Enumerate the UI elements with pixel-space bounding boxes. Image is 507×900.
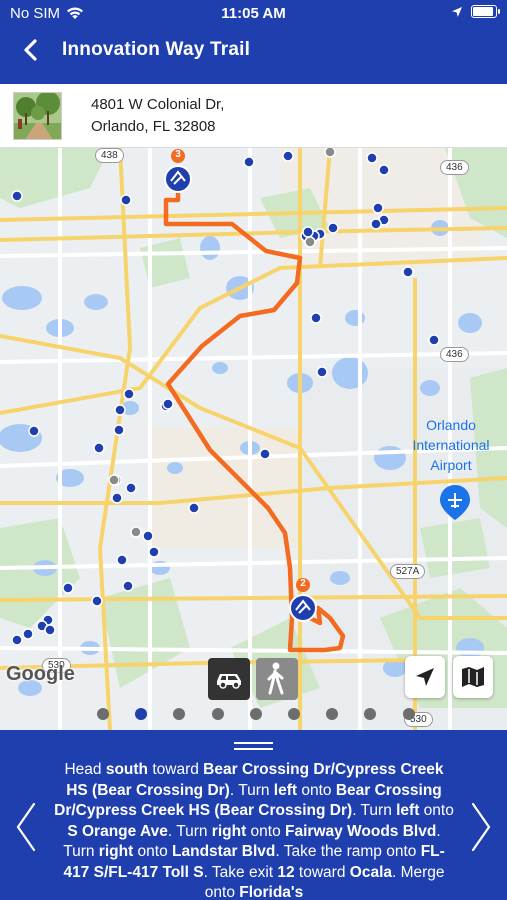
- walking-mode-button[interactable]: [256, 658, 298, 700]
- direction-keyword: left: [396, 802, 420, 819]
- direction-keyword: Florida's: [239, 884, 304, 900]
- next-step-button[interactable]: [469, 802, 493, 852]
- direction-keyword: left: [273, 781, 298, 799]
- address-text: 4801 W Colonial Dr, Orlando, FL 32808: [91, 94, 224, 138]
- direction-keyword: S Orange Ave: [67, 822, 168, 840]
- page-dot[interactable]: [173, 708, 186, 720]
- direction-text-segment: onto: [419, 802, 454, 819]
- marker-badge-2: 2: [300, 578, 306, 589]
- previous-step-button[interactable]: [14, 802, 38, 852]
- direction-text-segment: . Turn: [229, 781, 274, 799]
- page-dot[interactable]: [135, 708, 148, 720]
- address-bar: 4801 W Colonial Dr, Orlando, FL 32808: [0, 84, 507, 148]
- page-indicator: [0, 708, 507, 724]
- road-shield-527a: 527A: [390, 564, 426, 579]
- direction-keyword: right: [211, 822, 247, 840]
- address-line1: 4801 W Colonial Dr,: [91, 96, 225, 113]
- battery-icon: [471, 5, 500, 18]
- page-dot[interactable]: [249, 708, 262, 720]
- directions-panel: Head south toward Bear Crossing Dr/Cypre…: [0, 730, 507, 900]
- direction-keyword: 12: [277, 863, 295, 881]
- direction-text-segment: . Take the ramp onto: [275, 843, 421, 860]
- page-dot[interactable]: [97, 708, 109, 720]
- top-bar: No SIM 11:05 AM Innovation Way Trail: [0, 0, 507, 84]
- status-bar: No SIM 11:05 AM: [0, 0, 507, 28]
- direction-text-segment: onto: [297, 781, 336, 799]
- direction-text-segment: onto: [133, 843, 173, 860]
- walk-icon: [267, 662, 284, 695]
- clock: 11:05 AM: [221, 5, 286, 22]
- driving-mode-button[interactable]: [208, 658, 250, 700]
- google-attribution: Google: [6, 663, 75, 685]
- page-dot[interactable]: [402, 708, 415, 720]
- page-dot[interactable]: [326, 708, 339, 720]
- page-dot[interactable]: [288, 708, 300, 720]
- direction-keyword: Ocala: [349, 863, 392, 881]
- screen: No SIM 11:05 AM Innovation Way Trail 480…: [0, 0, 507, 900]
- map-type-button[interactable]: [453, 656, 493, 698]
- direction-keyword: south: [105, 761, 149, 778]
- navigation-arrow-icon: [416, 668, 434, 686]
- trail-photo[interactable]: [13, 92, 62, 140]
- direction-text-segment: . Take exit: [203, 863, 278, 881]
- direction-text-segment: toward: [148, 761, 204, 778]
- location-arrow-icon: [452, 6, 462, 17]
- direction-text-segment: Head: [64, 761, 106, 778]
- car-icon: [217, 674, 241, 689]
- map-view[interactable]: 3 2 438 436 436 527A 530 530 Orlando Int…: [0, 148, 507, 730]
- address-line2: Orlando, FL 32808: [91, 118, 216, 135]
- direction-text-segment: toward: [294, 863, 350, 881]
- back-button[interactable]: [18, 36, 46, 64]
- road-shield-438: 438: [95, 148, 124, 163]
- marker-badge-3: 3: [175, 149, 181, 160]
- my-location-button[interactable]: [405, 656, 445, 698]
- direction-keyword: right: [98, 843, 134, 860]
- airport-label: Orlando International Airport: [412, 417, 490, 473]
- direction-text-segment: . Turn: [352, 802, 397, 819]
- road-shield-436-east: 436: [440, 347, 469, 362]
- direction-text-segment: . Turn: [167, 822, 212, 840]
- page-dot[interactable]: [364, 708, 377, 720]
- map-icon: [462, 667, 484, 687]
- page-title: Innovation Way Trail: [62, 39, 251, 60]
- directions-text: Head south toward Bear Crossing Dr/Cypre…: [52, 760, 456, 900]
- header: Innovation Way Trail: [0, 30, 507, 70]
- page-dot[interactable]: [211, 708, 224, 720]
- road-shield-436-north: 436: [440, 160, 469, 175]
- direction-keyword: Fairway Woods Blvd: [285, 822, 437, 840]
- status-right: [451, 5, 500, 18]
- direction-keyword: Landstar Blvd: [172, 843, 276, 860]
- direction-text-segment: onto: [246, 822, 286, 840]
- panel-drag-handle[interactable]: [234, 742, 273, 752]
